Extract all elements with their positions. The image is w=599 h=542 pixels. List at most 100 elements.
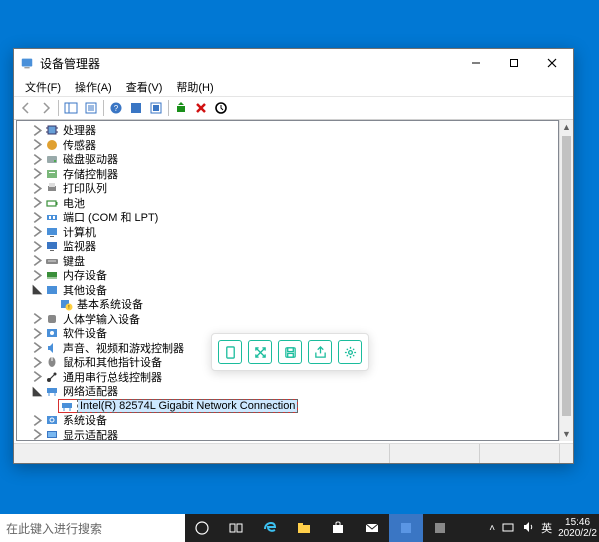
mail-icon[interactable] [355,514,389,542]
system-tray[interactable]: ˄ 英 15:46 2020/2/2 [489,514,599,542]
scroll-thumb[interactable] [562,136,571,416]
tree-node[interactable]: 键盘 [17,254,558,269]
expand-arrow-icon[interactable] [31,138,44,151]
expand-arrow-icon[interactable] [31,385,44,398]
tree-node[interactable]: 打印队列 [17,181,558,196]
menu-view[interactable]: 查看(V) [119,77,170,97]
tree-node[interactable]: 计算机 [17,225,558,240]
tree-node[interactable]: 处理器 [17,123,558,138]
view-by-connection-button[interactable] [146,98,166,118]
menu-action[interactable]: 操作(A) [68,77,119,97]
expand-arrow-icon[interactable] [31,196,44,209]
expand-arrow-icon[interactable] [31,211,44,224]
expand-arrow-icon[interactable] [31,356,44,369]
usb-icon [44,370,60,384]
tree-node[interactable]: 网络适配器 [17,384,558,399]
taskbar-app-1[interactable] [389,514,423,542]
tree-node[interactable]: 传感器 [17,138,558,153]
content-area: 处理器传感器磁盘驱动器存储控制器打印队列电池端口 (COM 和 LPT)计算机监… [14,120,573,441]
tree-node[interactable]: !基本系统设备 [17,297,558,312]
back-button[interactable] [16,98,36,118]
tree-node[interactable]: 监视器 [17,239,558,254]
uninstall-button[interactable] [191,98,211,118]
expand-arrow-icon[interactable] [31,124,44,137]
explorer-icon[interactable] [287,514,321,542]
storage-icon [44,167,60,181]
screenshot-overlay-toolbar[interactable] [211,333,369,371]
tray-chevron-icon[interactable]: ˄ [489,523,495,534]
taskbar[interactable]: 在此键入进行搜索 ˄ 英 15:46 2020/2/2 [0,514,599,542]
tree-node[interactable]: 电池 [17,196,558,211]
ime-indicator[interactable]: 英 [541,520,552,536]
overlay-device-icon[interactable] [218,340,242,364]
window-title: 设备管理器 [40,55,457,72]
expand-arrow-icon[interactable] [31,167,44,180]
search-placeholder: 在此键入进行搜索 [6,520,102,537]
expand-arrow-icon[interactable] [31,240,44,253]
scroll-up-button[interactable]: ▲ [560,120,573,134]
tree-node[interactable]: 内存设备 [17,268,558,283]
expand-arrow-icon[interactable] [31,153,44,166]
expand-arrow-icon[interactable] [31,283,44,296]
tree-node[interactable]: 端口 (COM 和 LPT) [17,210,558,225]
tray-network-icon[interactable] [501,520,515,537]
tray-volume-icon[interactable] [521,520,535,537]
edge-icon[interactable] [253,514,287,542]
tree-node[interactable]: 磁盘驱动器 [17,152,558,167]
expand-arrow-icon[interactable] [31,370,44,383]
expand-arrow-icon[interactable] [31,327,44,340]
tree-node-label: Intel(R) 82574L Gigabit Network Connecti… [78,400,297,412]
printer-icon [44,181,60,195]
tree-node[interactable]: 其他设备 [17,283,558,298]
titlebar[interactable]: 设备管理器 [14,49,573,77]
view-by-type-button[interactable] [126,98,146,118]
taskbar-clock[interactable]: 15:46 2020/2/2 [558,517,597,539]
device-manager-window: 设备管理器 文件(F) 操作(A) 查看(V) 帮助(H) ? 处理器传感器磁盘… [13,48,574,464]
overlay-expand-icon[interactable] [248,340,272,364]
sensor-icon [44,138,60,152]
system-icon [44,413,60,427]
tree-node[interactable]: 人体学输入设备 [17,312,558,327]
overlay-save-icon[interactable] [278,340,302,364]
expand-arrow-icon[interactable] [31,428,44,441]
taskbar-search[interactable]: 在此键入进行搜索 [0,514,185,542]
expand-arrow-icon[interactable] [31,182,44,195]
software-icon [44,326,60,340]
tree-node[interactable]: 通用串行总线控制器 [17,370,558,385]
toolbar: ? [14,97,573,120]
forward-button[interactable] [36,98,56,118]
overlay-share-icon[interactable] [308,340,332,364]
store-icon[interactable] [321,514,355,542]
tree-node[interactable]: Intel(R) 82574L Gigabit Network Connecti… [17,399,558,414]
scan-hardware-button[interactable] [211,98,231,118]
maximize-button[interactable] [495,51,533,75]
menu-help[interactable]: 帮助(H) [169,77,220,97]
update-driver-button[interactable] [171,98,191,118]
expand-arrow-icon[interactable] [31,269,44,282]
overlay-settings-icon[interactable] [338,340,362,364]
expand-arrow-icon[interactable] [31,225,44,238]
device-tree[interactable]: 处理器传感器磁盘驱动器存储控制器打印队列电池端口 (COM 和 LPT)计算机监… [16,120,559,441]
properties-button[interactable] [81,98,101,118]
network-icon [44,384,60,398]
expand-arrow-icon[interactable] [31,414,44,427]
menu-file[interactable]: 文件(F) [18,77,68,97]
help-button[interactable]: ? [106,98,126,118]
expand-arrow-icon[interactable] [31,312,44,325]
tree-node[interactable]: 系统设备 [17,413,558,428]
show-hide-tree-button[interactable] [61,98,81,118]
cortana-icon[interactable] [185,514,219,542]
scroll-down-button[interactable]: ▼ [560,427,573,441]
expand-arrow-icon[interactable] [31,254,44,267]
taskbar-app-2[interactable] [423,514,457,542]
highlight-box: Intel(R) 82574L Gigabit Network Connecti… [58,399,298,413]
expand-arrow-icon[interactable] [31,341,44,354]
tree-node[interactable]: 存储控制器 [17,167,558,182]
minimize-button[interactable] [457,51,495,75]
task-view-icon[interactable] [219,514,253,542]
battery-icon [44,196,60,210]
toolbar-separator [168,100,169,116]
close-button[interactable] [533,51,571,75]
tree-node[interactable]: 显示适配器 [17,428,558,442]
vertical-scrollbar[interactable]: ▲ ▼ [559,120,573,441]
